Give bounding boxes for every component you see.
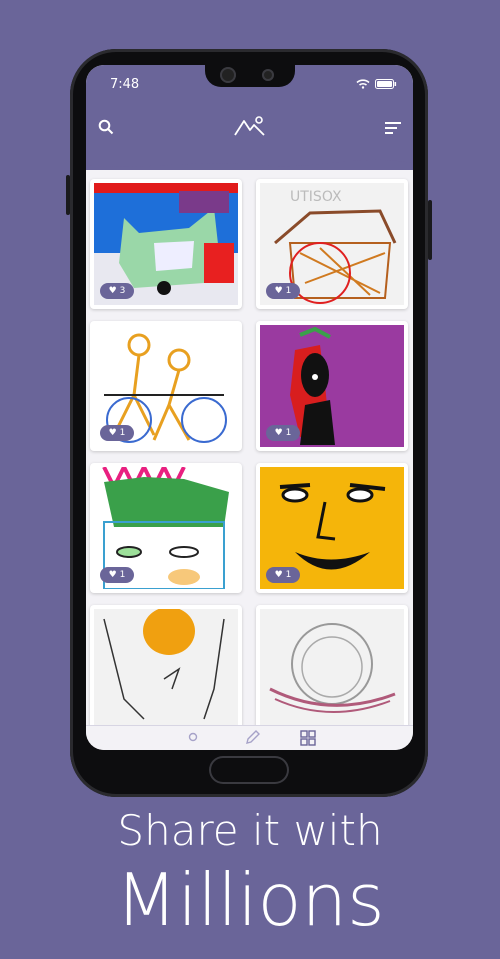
heart-icon: ♥ xyxy=(108,428,117,438)
search-icon[interactable] xyxy=(98,119,114,135)
wifi-icon xyxy=(356,79,370,89)
drawing-card[interactable] xyxy=(256,605,408,735)
like-badge[interactable]: ♥ 1 xyxy=(100,425,134,441)
drawing-card[interactable]: ♥ 1 xyxy=(90,321,242,451)
like-badge[interactable]: ♥ 1 xyxy=(100,567,134,583)
status-icons xyxy=(356,79,397,89)
phone-screen: 7:48 ♥ 3 UTISOX ♥ 1 ♥ 1 ♥ 1 ♥ 1 ♥ 1 xyxy=(86,65,413,750)
drawing-card[interactable]: ♥ 1 xyxy=(256,321,408,451)
drawing-card[interactable]: ♥ 1 xyxy=(256,463,408,593)
like-badge[interactable]: ♥ 3 xyxy=(100,283,134,299)
drawing-image xyxy=(94,609,238,731)
phone-notch xyxy=(205,65,295,87)
like-count: 1 xyxy=(119,570,126,580)
front-camera xyxy=(262,69,274,81)
drawing-card[interactable]: UTISOX ♥ 1 xyxy=(256,179,408,309)
front-sensor xyxy=(220,67,236,83)
like-badge[interactable]: ♥ 1 xyxy=(266,567,300,583)
drawing-card[interactable]: ♥ 3 xyxy=(90,179,242,309)
heart-icon: ♥ xyxy=(108,570,117,580)
tagline-line1: Share it with xyxy=(117,806,383,855)
heart-icon: ♥ xyxy=(274,570,283,580)
drawing-grid: ♥ 3 UTISOX ♥ 1 ♥ 1 ♥ 1 ♥ 1 ♥ 1 xyxy=(90,179,410,739)
drawing-card[interactable]: ♥ 1 xyxy=(90,463,242,593)
like-count: 1 xyxy=(285,428,292,438)
phone-side-button xyxy=(428,200,432,260)
bottom-navigation xyxy=(86,725,413,750)
svg-text:UTISOX: UTISOX xyxy=(290,189,342,205)
heart-icon: ♥ xyxy=(274,286,283,296)
heart-icon: ♥ xyxy=(274,428,283,438)
home-button[interactable] xyxy=(209,756,289,784)
like-badge[interactable]: ♥ 1 xyxy=(266,425,300,441)
status-time: 7:48 xyxy=(110,77,140,92)
like-badge[interactable]: ♥ 1 xyxy=(266,283,300,299)
drawing-card[interactable] xyxy=(90,605,242,735)
profile-icon[interactable] xyxy=(186,732,200,746)
like-count: 1 xyxy=(285,286,292,296)
like-count: 1 xyxy=(119,428,126,438)
grid-icon[interactable] xyxy=(300,730,316,746)
battery-icon xyxy=(375,79,397,89)
like-count: 3 xyxy=(119,286,126,296)
drawing-image xyxy=(260,609,404,731)
sort-icon[interactable] xyxy=(384,121,402,135)
pencil-icon[interactable] xyxy=(244,730,260,746)
phone-side-button xyxy=(66,175,70,215)
tagline-line2: Millions xyxy=(115,858,385,942)
like-count: 1 xyxy=(285,570,292,580)
heart-icon: ♥ xyxy=(108,286,117,296)
mountain-logo-icon[interactable] xyxy=(234,115,266,137)
